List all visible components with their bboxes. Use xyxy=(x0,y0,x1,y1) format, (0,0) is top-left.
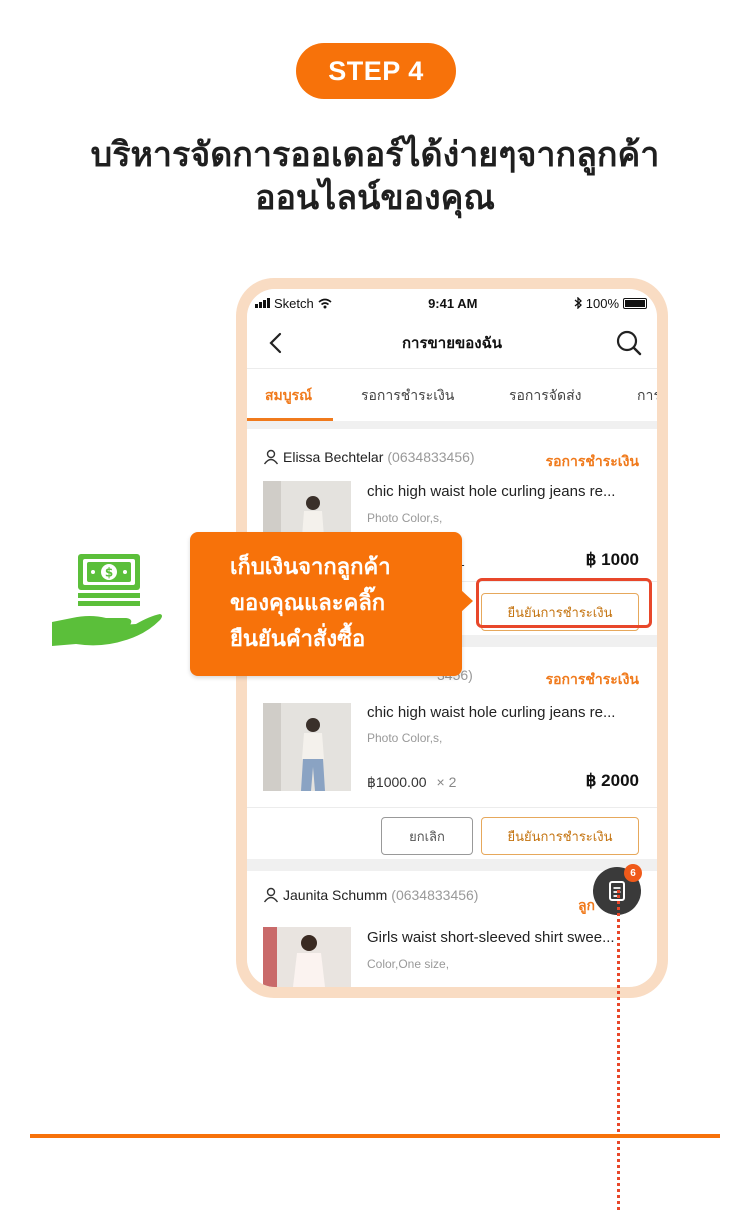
connector-dotted-line xyxy=(617,890,620,1210)
instruction-callout: เก็บเงินจากลูกค้า ของคุณและคลิ๊ก ยืนยันค… xyxy=(190,532,462,676)
quantity: × 2 xyxy=(436,774,457,790)
customer-name: Jaunita Schumm xyxy=(283,887,388,903)
customer-phone: (0634833456) xyxy=(391,887,479,903)
callout-line-2: ของคุณและคลิ๊ก xyxy=(230,591,386,616)
product-variant: Photo Color,s, xyxy=(367,511,443,525)
chevron-left-icon[interactable] xyxy=(265,331,289,355)
carrier-name: Sketch xyxy=(274,295,314,311)
signal-icon xyxy=(255,298,270,308)
search-icon[interactable] xyxy=(615,329,643,357)
product-name: chic high waist hole curling jeans re... xyxy=(367,483,616,500)
product-variant: Color,One size, xyxy=(367,957,450,971)
customer-phone: (0634833456) xyxy=(387,449,475,465)
clock: 9:41 AM xyxy=(428,295,478,311)
tab-awaiting-payment[interactable]: รอการชำระเงิน xyxy=(361,385,454,407)
order-total: ฿ 1000 xyxy=(585,550,639,569)
product-variant: Photo Color,s, xyxy=(367,731,443,745)
svg-text:$: $ xyxy=(105,566,113,580)
headline: บริหารจัดการออเดอร์ได้ง่ายๆจากลูกค้า ออน… xyxy=(0,134,750,220)
product-thumbnail xyxy=(263,927,351,987)
callout-line-1: เก็บเงินจากลูกค้า xyxy=(230,555,391,580)
order-total: ฿ 2000 xyxy=(585,771,639,790)
battery-icon xyxy=(623,297,647,309)
battery-percent: 100% xyxy=(585,295,619,311)
cancel-button[interactable]: ยกเลิก xyxy=(381,817,473,855)
callout-line-3: ยืนยันคำสั่งซื้อ xyxy=(230,627,366,652)
product-name: Girls waist short-sleeved shirt swee... xyxy=(367,929,615,946)
nav-bar: การขายของฉัน xyxy=(247,317,657,369)
status-badge: รอการชำระเงิน xyxy=(545,454,639,470)
step-badge: STEP 4 xyxy=(296,43,456,99)
order-card[interactable]: 3456) รอการชำระเงิน chic high waist hole… xyxy=(247,647,657,859)
headline-line-2: ออนไลน์ของคุณ xyxy=(255,178,495,218)
notification-badge: 6 xyxy=(624,864,642,882)
product-thumbnail xyxy=(263,703,351,791)
bluetooth-icon xyxy=(574,297,582,309)
confirm-button-highlight xyxy=(476,578,652,628)
customer-name: Elissa Bechtelar xyxy=(283,449,384,465)
product-name: chic high waist hole curling jeans re... xyxy=(367,704,616,721)
wifi-icon xyxy=(318,298,332,308)
user-icon xyxy=(263,449,279,465)
unit-price: ฿1000.00 xyxy=(367,774,427,790)
page-title: การขายของฉัน xyxy=(401,333,503,352)
confirm-payment-button[interactable]: ยืนยันการชำระเงิน xyxy=(481,817,639,855)
headline-line-1: บริหารจัดการออเดอร์ได้ง่ายๆจากลูกค้า xyxy=(90,135,660,175)
tab-more[interactable]: การ xyxy=(637,385,657,407)
active-tab-indicator xyxy=(247,418,333,421)
user-icon xyxy=(263,887,279,903)
status-bar: Sketch 9:41 AM 100% xyxy=(247,289,657,317)
section-divider xyxy=(30,1134,720,1138)
status-badge: ลูก xyxy=(577,898,595,914)
tab-awaiting-shipment[interactable]: รอการจัดส่ง xyxy=(509,385,581,407)
callout-pointer xyxy=(461,590,473,612)
money-hand-icon: $ xyxy=(52,554,162,646)
order-status-tabs: สมบูรณ์ รอการชำระเงิน รอการจัดส่ง การ xyxy=(247,369,657,421)
tab-completed[interactable]: สมบูรณ์ xyxy=(265,385,312,407)
status-badge: รอการชำระเงิน xyxy=(545,672,639,688)
